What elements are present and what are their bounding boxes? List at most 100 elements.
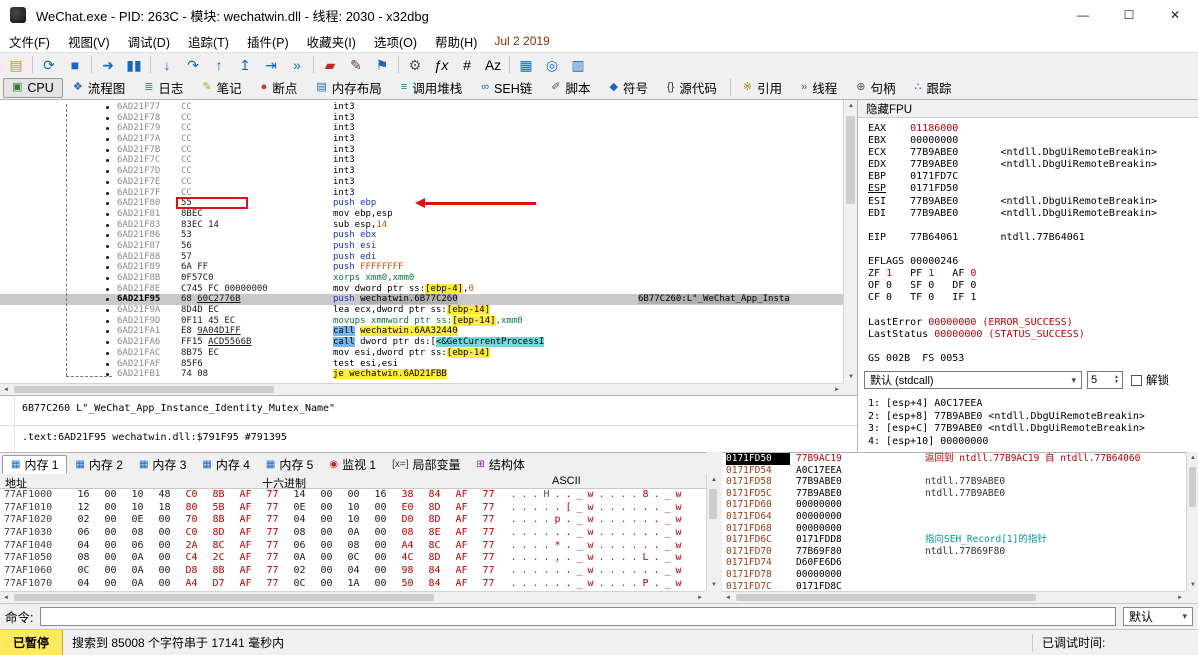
stack-row[interactable]: 0171FD60 00000000 [722,499,1186,511]
disasm-row[interactable]: 6AD21F7B CC int3 [0,145,843,156]
patch-icon[interactable]: ▰ [317,54,343,76]
disasm-row[interactable]: 6AD21F8E C745 FC 00000000 mov dword ptr ss… [0,283,843,295]
memory-dump-pane[interactable]: 地址 十六进制 ASCII 77AF1000 16 00 10 48 C0 8B AF 77 14… [0,474,706,591]
scroll-left-icon[interactable]: ◄ [3,595,9,601]
tab-dump-4[interactable]: ▦ 内存 4 [194,455,257,474]
stack-row[interactable]: 0171FD78 00000000 [722,569,1186,581]
disasm-row[interactable]: 6AD21F83 83EC 14 sub esp,14 [0,220,843,231]
menu-item[interactable]: 帮助(H) [426,30,486,52]
scroll-thumb[interactable] [709,489,717,519]
tab-dump-2[interactable]: ▦ 内存 2 [67,455,130,474]
tab-dump-1[interactable]: ▦ 内存 1 [2,455,68,474]
stack-vertical-scrollbar[interactable]: ▲ ▼ [1186,452,1198,591]
maximize-button[interactable]: ☐ [1106,0,1152,30]
tab-trace[interactable]: ∴ 跟踪 [905,78,960,98]
scroll-left-icon[interactable]: ◄ [3,387,9,393]
tab-locals[interactable]: [x=] 局部变量 [384,455,468,474]
disasm-row[interactable]: 6AD21FA6 FF15 ACD5566B call dword ptr ds:[… [0,337,843,348]
step-over-icon[interactable]: ↷ [180,54,206,76]
register-line[interactable]: OF 0 SF 0 DF 0 [868,280,1196,292]
settings-icon[interactable]: ⚙ [402,54,428,76]
open-file-icon[interactable]: ▤ [3,54,29,76]
calling-convention-select[interactable]: 默认 (stdcall) ▾ [864,371,1082,389]
scroll-left-icon[interactable]: ◄ [725,595,731,601]
disasm-row[interactable]: 6AD21FA1 E8 9A04D1FF call wechatwin.6AA324… [0,326,843,337]
memory-row[interactable]: 77AF1000 16 00 10 48 C0 8B AF 77 14 00 00 16 38 84 AF 77… [0,489,706,502]
register-line[interactable]: ESI 77B9ABE0 <ntdll.DbgUiRemoteBreakin> [868,196,1196,208]
menu-item[interactable]: 选项(O) [365,30,426,52]
register-line[interactable]: EDX 77B9ABE0 <ntdll.DbgUiRemoteBreakin> [868,159,1196,171]
register-line[interactable] [868,220,1196,232]
argument-count-stepper[interactable]: 5 ▲ ▼ [1087,371,1123,389]
disasm-row[interactable]: 6AD21F7C CC int3 [0,155,843,166]
disasm-horizontal-scrollbar[interactable]: ◄ ► [0,383,843,395]
preferences-fx-icon[interactable]: ƒx [428,54,454,76]
disasm-row[interactable]: 6AD21F7F CC int3 [0,188,843,199]
stack-pane[interactable]: 0171FD50 77B9AC19 返回到 ntdll.77B9AC19 自 ntd… [722,452,1186,592]
scroll-thumb[interactable] [14,386,274,393]
disasm-row[interactable]: 6AD21F9D 0F11 45 EC movups xmmword ptr ss:… [0,315,843,327]
disasm-row[interactable]: 6AD21FB1 74 08 je wechatwin.6AD21FBB [0,369,843,380]
tab-notes[interactable]: ✎ 笔记 [193,78,250,98]
call-argument-row[interactable]: 3: [esp+C] 77B9ABE0 <ntdll.DbgUiRemoteBr… [868,423,1196,436]
menu-item[interactable]: 追踪(T) [179,30,238,52]
bookmark-icon[interactable]: ⚑ [369,54,395,76]
tab-threads[interactable]: » 线程 [792,78,846,98]
memory-row[interactable]: 77AF1070 04 00 0A 00 A4 D7 AF 77 0C 00 1A 00 50 84 AF 77… [0,578,706,591]
stack-row[interactable]: 0171FD6C 0171FDD8 指向SEH_Record[1]的指针 [722,534,1186,546]
disasm-row[interactable]: 6AD21F7D CC int3 [0,166,843,177]
disasm-row[interactable]: 6AD21F81 8BEC mov ebp,esp [0,209,843,220]
scroll-up-icon[interactable]: ▲ [848,103,854,109]
memory-row[interactable]: 77AF1010 12 00 10 18 80 5B AF 77 0E 00 10 00 E0 8D AF 77… [0,502,706,515]
memory-vertical-scrollbar[interactable]: ▲ ▼ [706,474,719,591]
disasm-row[interactable]: 6AD21F7E CC int3 [0,177,843,188]
disasm-row[interactable]: 6AD21F78 CC int3 [0,113,843,124]
calculator-icon[interactable]: # [454,54,480,76]
hide-fpu-button[interactable]: 隐藏FPU [858,100,1198,118]
stack-row[interactable]: 0171FD5C 77B9ABE0 ntdll.77B9ABE0 [722,488,1186,500]
register-line[interactable] [868,341,1196,353]
restart-icon[interactable]: ⟳ [36,54,62,76]
call-argument-row[interactable]: 1: [esp+4] A0C17EEA [868,398,1196,411]
menu-item[interactable]: 文件(F) [0,30,59,52]
step-out-icon[interactable]: ↑ [206,54,232,76]
minimize-button[interactable]: — [1060,0,1106,30]
register-line[interactable]: ESP 0171FD50 [868,183,1196,195]
disasm-row[interactable]: 6AD21F79 CC int3 [0,123,843,134]
scroll-thumb[interactable] [846,116,855,204]
scroll-down-icon[interactable]: ▼ [1190,582,1196,588]
search-icon[interactable]: ◎ [539,54,565,76]
scroll-up-icon[interactable]: ▲ [1190,455,1196,461]
register-line[interactable]: EDI 77B9ABE0 <ntdll.DbgUiRemoteBreakin> [868,208,1196,220]
command-input[interactable] [40,607,1116,626]
comment-icon[interactable]: ✎ [343,54,369,76]
disasm-vertical-scrollbar[interactable]: ▲ ▼ [843,100,857,383]
assembler-icon[interactable]: Az [480,54,506,76]
register-line[interactable]: EBP 0171FD7C [868,171,1196,183]
pause-icon[interactable]: ▮▮ [121,54,147,76]
menu-item[interactable]: 插件(P) [238,30,298,52]
disasm-row[interactable]: 6AD21F8B 0F57C0 xorps xmm0,xmm0 [0,273,843,284]
scroll-thumb[interactable] [14,594,434,601]
disasm-row[interactable]: 6AD21F80 55 push ebp [0,197,843,210]
stack-row[interactable]: 0171FD70 77B69F80 ntdll.77B69F80 [722,546,1186,558]
register-line[interactable]: EBX 00000000 [868,135,1196,147]
register-line[interactable]: GS 002B FS 0053 [868,353,1196,365]
scroll-right-icon[interactable]: ► [697,595,703,601]
call-argument-row[interactable]: 2: [esp+8] 77B9ABE0 <ntdll.DbgUiRemoteBr… [868,411,1196,424]
disasm-row[interactable]: 6AD21F88 57 push edi [0,252,843,263]
stack-row[interactable]: 0171FD74 D60FE6D6 [722,557,1186,569]
memory-row[interactable]: 77AF1060 0C 00 0A 00 D8 8B AF 77 02 00 04 00 98 84 AF 77… [0,565,706,578]
run-icon[interactable]: ➜ [95,54,121,76]
memory-row[interactable]: 77AF1030 06 00 08 00 C0 8D AF 77 08 00 0A 00 08 8E AF 77… [0,527,706,540]
animate-icon[interactable]: » [284,54,310,76]
menu-item[interactable]: 调试(D) [119,30,179,52]
tab-call-stack[interactable]: ≡ 调用堆栈 [392,78,471,98]
scroll-right-icon[interactable]: ► [1177,595,1183,601]
scroll-down-icon[interactable]: ▼ [711,582,717,588]
tab-dump-5[interactable]: ▦ 内存 5 [258,455,321,474]
tab-source[interactable]: {} 源代码 [658,78,726,98]
call-argument-row[interactable]: 4: [esp+10] 00000000 [868,436,1196,449]
disasm-row[interactable]: 6AD21F77 CC int3 [0,102,843,113]
stack-horizontal-scrollbar[interactable]: ◄ ► [722,591,1186,603]
